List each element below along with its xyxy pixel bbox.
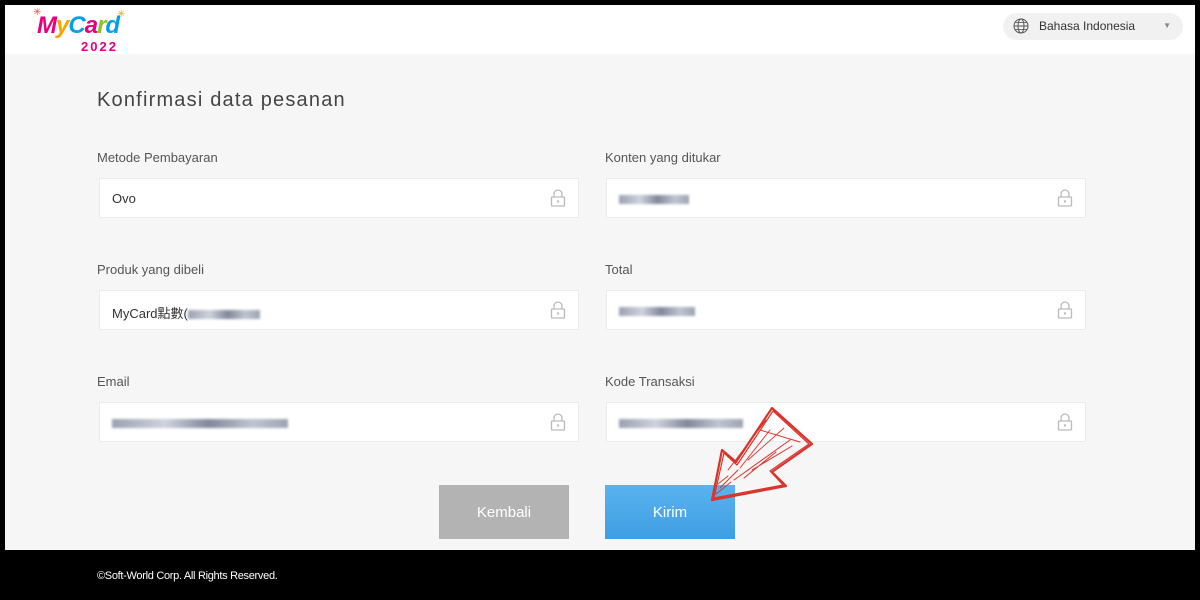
logo-brand: MyCard [37, 12, 120, 39]
email-value-redacted [112, 415, 288, 430]
transaction-code-value-redacted [619, 415, 743, 430]
product-field: MyCard點數( [99, 290, 579, 330]
header: ✳ ✳ MyCard 2022 Bahasa Indonesia ▼ [5, 5, 1195, 54]
lock-icon [1057, 301, 1073, 319]
total-field [606, 290, 1086, 330]
globe-icon [1013, 18, 1029, 34]
order-confirmation-panel: Konfirmasi data pesanan Metode Pembayara… [5, 54, 1195, 550]
footer-copyright: ©Soft-World Corp. All Rights Reserved. [97, 570, 278, 582]
submit-button[interactable]: Kirim [605, 485, 735, 539]
email-label: Email [97, 374, 130, 389]
lock-icon [550, 413, 566, 431]
total-value-redacted [619, 303, 695, 318]
back-button[interactable]: Kembali [439, 485, 569, 539]
logo-year: 2022 [81, 39, 118, 54]
language-label: Bahasa Indonesia [1039, 19, 1136, 33]
content-field [606, 178, 1086, 218]
payment-method-value: Ovo [112, 191, 136, 206]
lock-icon [550, 301, 566, 319]
product-value: MyCard點數( [112, 303, 260, 322]
lock-icon [550, 189, 566, 207]
payment-method-field: Ovo [99, 178, 579, 218]
transaction-code-field [606, 402, 1086, 442]
total-label: Total [605, 262, 633, 277]
lock-icon [1057, 413, 1073, 431]
product-value-prefix: MyCard點數( [112, 306, 188, 321]
lock-icon [1057, 189, 1073, 207]
page-title: Konfirmasi data pesanan [97, 89, 346, 111]
product-label: Produk yang dibeli [97, 262, 204, 277]
content-label: Konten yang ditukar [605, 150, 721, 165]
mycard-logo[interactable]: ✳ ✳ MyCard 2022 [33, 7, 133, 57]
content-value-redacted [619, 191, 689, 206]
payment-method-label: Metode Pembayaran [97, 150, 218, 165]
transaction-code-label: Kode Transaksi [605, 374, 695, 389]
chevron-down-icon: ▼ [1163, 21, 1171, 30]
language-selector[interactable]: Bahasa Indonesia ▼ [1003, 13, 1183, 40]
email-field [99, 402, 579, 442]
